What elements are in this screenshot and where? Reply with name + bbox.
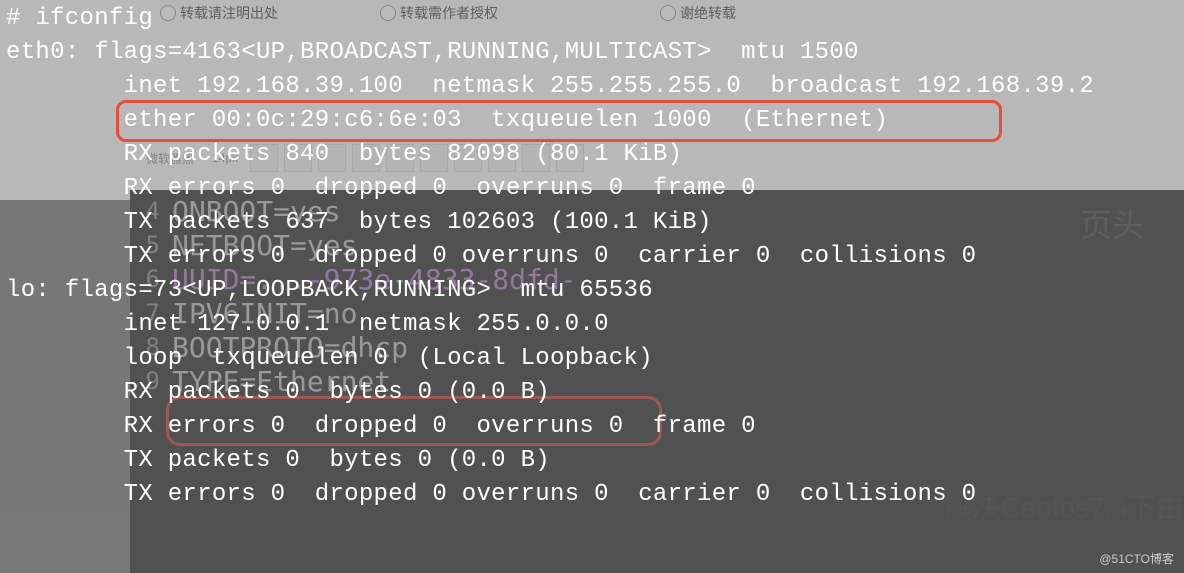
terminal-line: RX packets 840 bytes 82098 (80.1 KiB) <box>6 138 1178 172</box>
terminal-line: TX errors 0 dropped 0 overruns 0 carrier… <box>6 240 1178 274</box>
terminal-line: RX packets 0 bytes 0 (0.0 B) <box>6 376 1178 410</box>
terminal-line: lo: flags=73<UP,LOOPBACK,RUNNING> mtu 65… <box>6 274 1178 308</box>
terminal-line: # ifconfig <box>6 2 1178 36</box>
terminal-line: eth0: flags=4163<UP,BROADCAST,RUNNING,MU… <box>6 36 1178 70</box>
terminal-line: loop txqueuelen 0 (Local Loopback) <box>6 342 1178 376</box>
terminal-line: RX errors 0 dropped 0 overruns 0 frame 0 <box>6 410 1178 444</box>
terminal-output: # ifconfigeth0: flags=4163<UP,BROADCAST,… <box>0 0 1184 573</box>
terminal-line: TX errors 0 dropped 0 overruns 0 carrier… <box>6 478 1178 512</box>
terminal-line: TX packets 637 bytes 102603 (100.1 KiB) <box>6 206 1178 240</box>
watermark: @51CTO博客 <box>1099 550 1174 567</box>
terminal-line: TX packets 0 bytes 0 (0.0 B) <box>6 444 1178 478</box>
terminal-line: inet 127.0.0.1 netmask 255.0.0.0 <box>6 308 1178 342</box>
terminal-line: RX errors 0 dropped 0 overruns 0 frame 0 <box>6 172 1178 206</box>
terminal-line: inet 192.168.39.100 netmask 255.255.255.… <box>6 70 1178 104</box>
terminal-line: ether 00:0c:29:c6:6e:03 txqueuelen 1000 … <box>6 104 1178 138</box>
